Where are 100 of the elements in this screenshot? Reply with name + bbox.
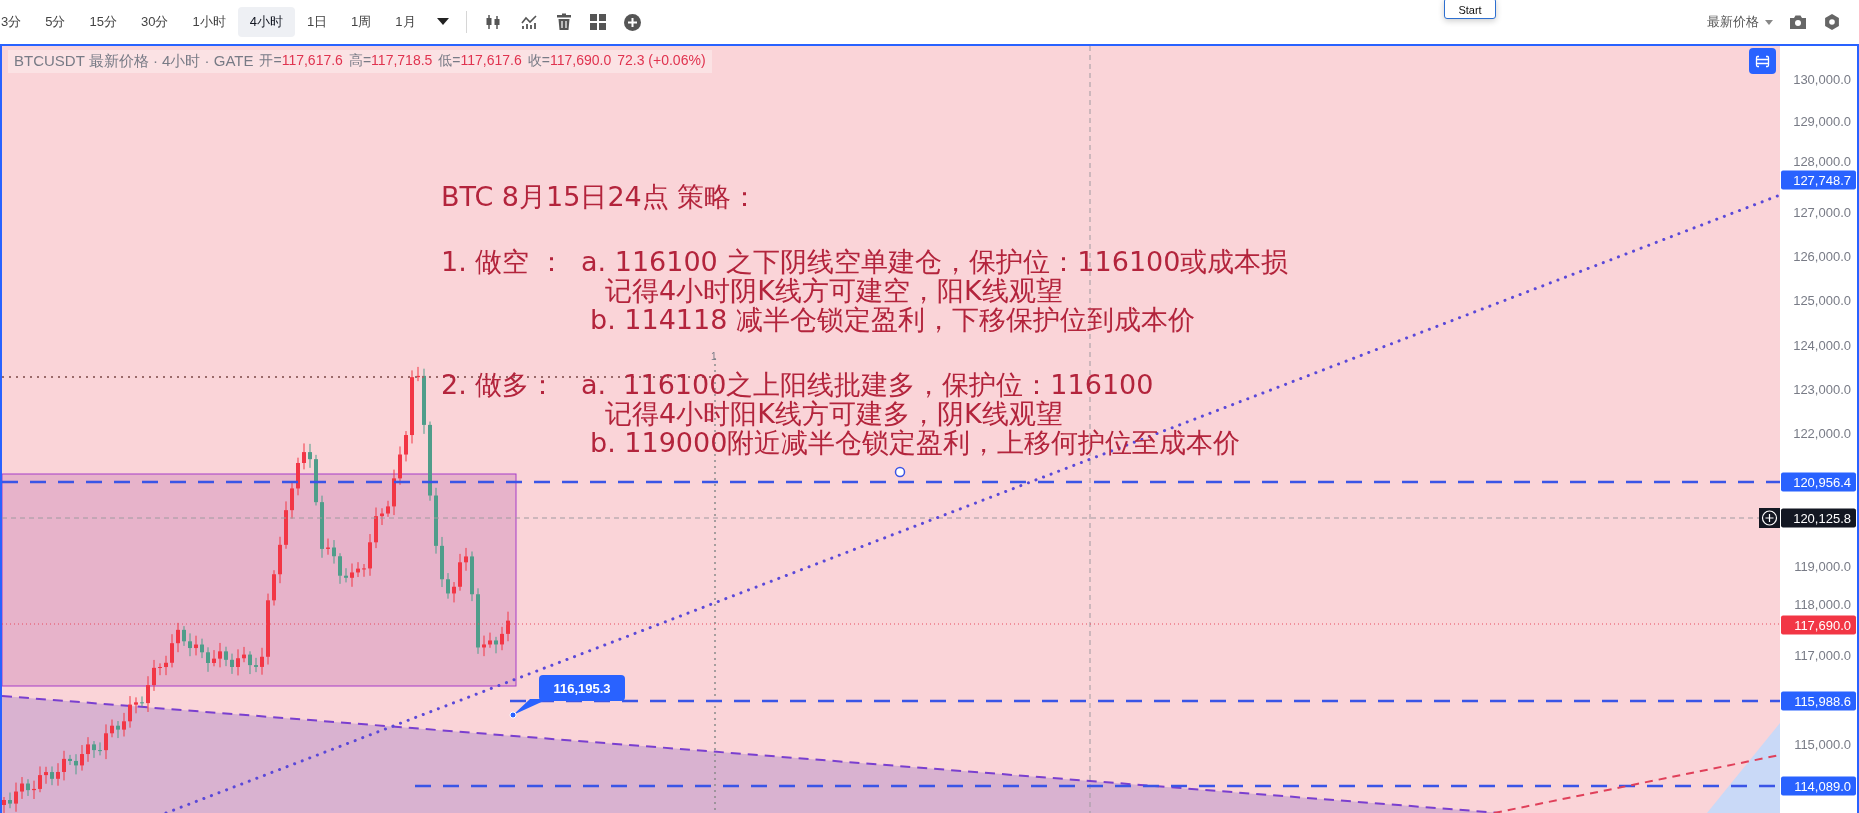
candle bbox=[488, 632, 492, 649]
candle bbox=[416, 366, 420, 382]
candle bbox=[152, 659, 156, 692]
interval-tab[interactable]: 1月 bbox=[383, 7, 428, 37]
candle bbox=[302, 442, 306, 470]
candle bbox=[104, 723, 108, 760]
candle bbox=[446, 572, 450, 600]
candle bbox=[50, 765, 54, 786]
caret-icon bbox=[1765, 19, 1773, 25]
candle bbox=[350, 563, 354, 588]
price-source-dropdown[interactable]: 最新价格 bbox=[1699, 7, 1781, 37]
candle bbox=[188, 632, 192, 657]
interval-tab[interactable]: 1日 bbox=[294, 7, 340, 37]
strategy-line: b. 114118 减半仓锁定盈利，下移保护位到成本价 bbox=[590, 305, 1195, 334]
candle bbox=[458, 553, 462, 592]
interval-tab[interactable]: 3分 bbox=[0, 7, 34, 37]
candle bbox=[296, 457, 300, 496]
symbol-label: BTCUSDT 最新价格 · 4小时 · GATE bbox=[14, 52, 254, 71]
price-tick-label: 129,000.0 bbox=[1793, 114, 1851, 130]
candle bbox=[98, 741, 102, 756]
candle bbox=[434, 487, 438, 555]
crosshair-plus-icon[interactable] bbox=[1759, 508, 1780, 528]
fullscreen-button[interactable] bbox=[1749, 48, 1776, 74]
strategy-line: b. 119000附近减半仓锁定盈利，上移何护位至成本价 bbox=[590, 428, 1241, 457]
price-badge: 117,690.0 bbox=[1781, 615, 1856, 635]
price-badge: 114,089.0 bbox=[1781, 776, 1856, 796]
interval-tab[interactable]: 30分 bbox=[128, 7, 181, 37]
marker-label: 1 bbox=[711, 351, 717, 362]
ohlc-field: 开=117,617.6 bbox=[259, 52, 343, 71]
candle bbox=[482, 635, 486, 657]
ohlc-field: 高=117,718.5 bbox=[348, 52, 433, 71]
interval-tab[interactable]: 4小时 bbox=[237, 7, 295, 37]
price-tick-label: 123,000.0 bbox=[1793, 382, 1851, 398]
interval-tab[interactable]: 15分 bbox=[77, 7, 129, 37]
candle bbox=[110, 719, 114, 738]
candle bbox=[230, 653, 234, 675]
candle bbox=[80, 744, 84, 772]
caret-icon bbox=[436, 18, 449, 26]
start-button[interactable]: Start bbox=[1444, 0, 1496, 19]
candle bbox=[62, 750, 66, 781]
price-tick-label: 128,000.0 bbox=[1793, 154, 1851, 170]
candle bbox=[140, 695, 144, 707]
candle bbox=[38, 765, 42, 793]
candle bbox=[320, 495, 324, 559]
price-badge: 120,125.8 bbox=[1781, 508, 1856, 528]
price-tick-label: 126,000.0 bbox=[1793, 249, 1851, 265]
candle bbox=[212, 649, 216, 667]
price-badge: 127,748.7 bbox=[1781, 170, 1856, 190]
ohlc-field: 收=117,690.0 bbox=[527, 52, 612, 71]
candle bbox=[254, 657, 258, 673]
candle bbox=[158, 662, 162, 676]
candle bbox=[506, 611, 510, 642]
candle bbox=[74, 753, 78, 775]
candle bbox=[92, 740, 96, 759]
candle bbox=[476, 587, 480, 655]
price-tick-label: 124,000.0 bbox=[1793, 338, 1851, 354]
strategy-line: 1. 做空 ： a. 116100 之下阴线空单建仓，保护位：116100或成本损 bbox=[441, 247, 1289, 276]
strategy-line: 记得4小时阳K线方可建多，阴K线观望 bbox=[605, 399, 1063, 428]
candle bbox=[182, 625, 186, 647]
candle bbox=[68, 754, 72, 766]
candle bbox=[326, 538, 330, 556]
price-callout: 116,195.3 bbox=[509, 675, 625, 719]
candle bbox=[194, 635, 198, 656]
interval-tab[interactable]: 1周 bbox=[339, 7, 384, 37]
candle bbox=[290, 482, 294, 520]
camera-icon bbox=[1790, 15, 1806, 29]
candle bbox=[464, 547, 468, 572]
candle bbox=[272, 569, 276, 607]
candle bbox=[128, 695, 132, 729]
change-value: 72.3 (+0.06%) bbox=[617, 52, 706, 70]
candle bbox=[224, 646, 228, 667]
candle bbox=[356, 561, 360, 578]
candle bbox=[500, 626, 504, 651]
price-tick-label: 127,000.0 bbox=[1793, 205, 1851, 221]
strategy-title: BTC 8月15日24点 策略： bbox=[441, 182, 760, 211]
candle bbox=[170, 633, 174, 668]
price-tick-label: 125,000.0 bbox=[1793, 293, 1851, 309]
drag-handle-icon[interactable] bbox=[894, 466, 906, 478]
candle bbox=[470, 551, 474, 602]
layout-grid-icon bbox=[589, 14, 606, 30]
candle bbox=[32, 780, 36, 800]
add-icon bbox=[623, 13, 641, 31]
candle bbox=[14, 782, 18, 813]
ohlc-field: 低=117,617.6 bbox=[438, 52, 522, 71]
candle bbox=[116, 720, 120, 739]
interval-tab[interactable]: 5分 bbox=[33, 7, 78, 37]
candle bbox=[278, 536, 282, 584]
candle bbox=[332, 539, 336, 565]
candle bbox=[362, 563, 366, 578]
candle bbox=[392, 469, 396, 516]
price-badge: 120,956.4 bbox=[1781, 472, 1856, 492]
candle bbox=[44, 766, 48, 785]
candle bbox=[176, 622, 180, 653]
candle bbox=[386, 500, 390, 518]
candle bbox=[86, 736, 90, 763]
candle bbox=[248, 650, 252, 675]
candle bbox=[380, 507, 384, 526]
interval-tab[interactable]: 1小时 bbox=[180, 7, 238, 37]
price-tick-label: 119,000.0 bbox=[1794, 559, 1851, 575]
price-tick-label: 115,000.0 bbox=[1794, 737, 1851, 753]
